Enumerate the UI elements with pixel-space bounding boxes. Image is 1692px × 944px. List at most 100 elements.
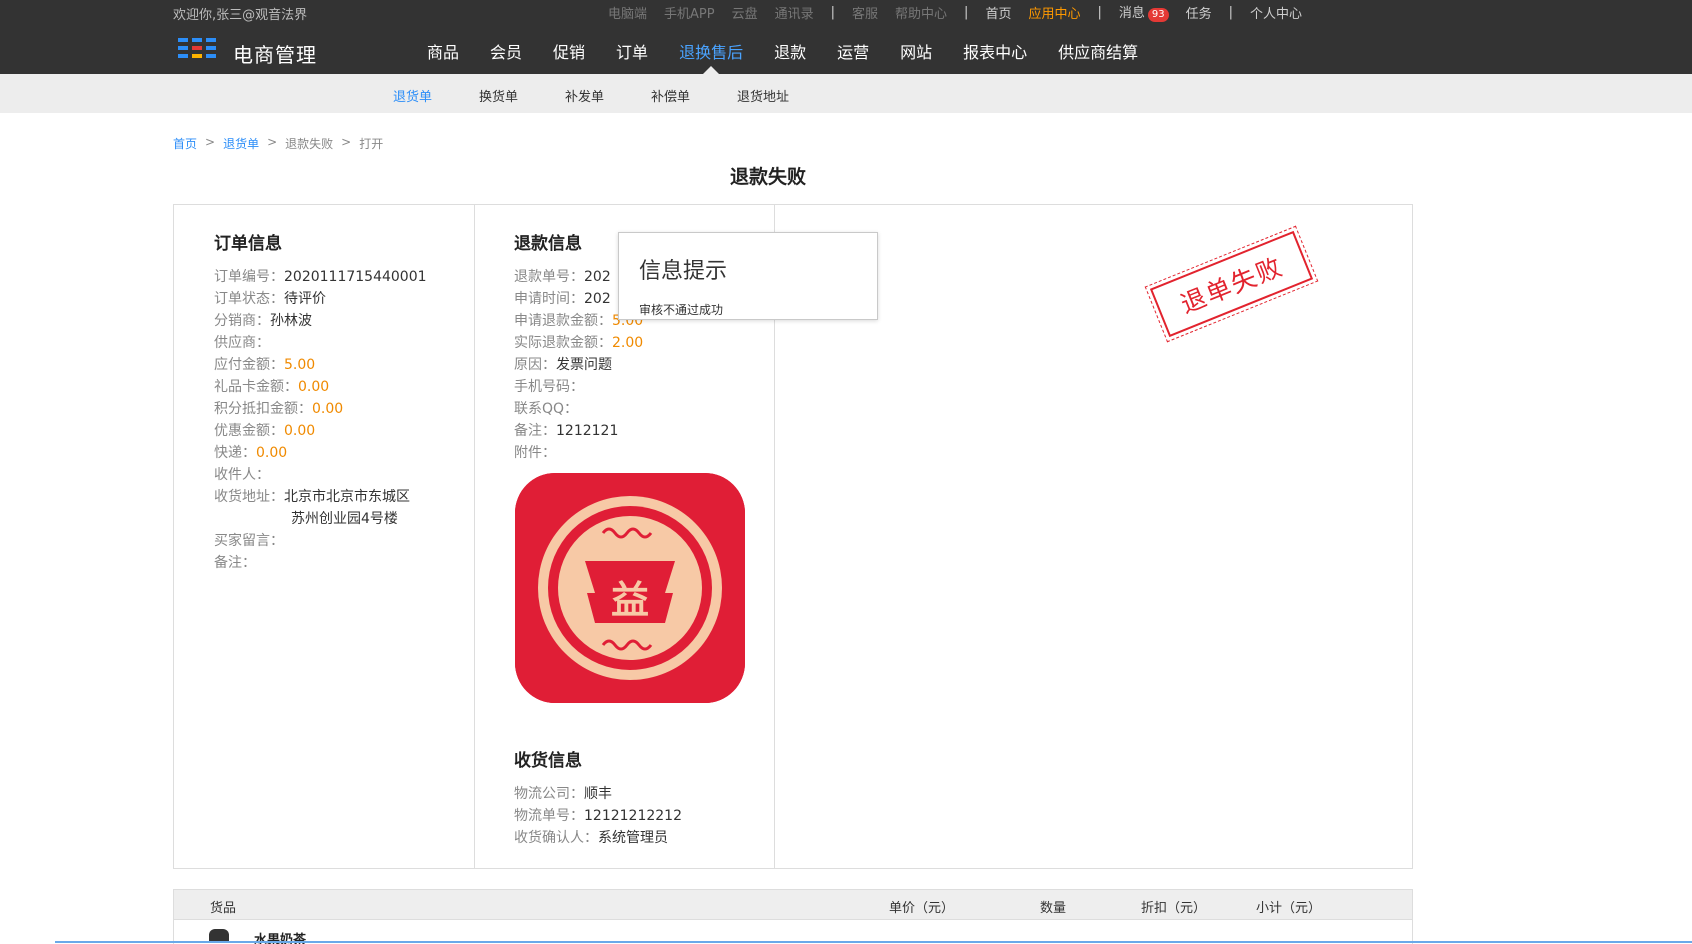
supplier-label: 供应商： <box>214 335 270 351</box>
nav-refund[interactable]: 退款 <box>774 40 806 74</box>
link-messages[interactable]: 消息 93 <box>1119 2 1169 22</box>
address-line1: 北京市北京市东城区 <box>284 489 410 505</box>
order-no-row: 订单编号：2020111715440001 <box>214 266 427 286</box>
link-help[interactable]: 帮助中心 <box>895 3 947 22</box>
nav-website[interactable]: 网站 <box>900 40 932 74</box>
link-profile[interactable]: 个人中心 <box>1250 3 1302 22</box>
actual-amount-row: 实际退款金额：2.00 <box>514 332 643 352</box>
apply-time-value: 202 <box>584 291 611 307</box>
apply-amount-label: 申请退款金额： <box>514 313 612 329</box>
actual-amount-label: 实际退款金额： <box>514 335 612 351</box>
top-header: 欢迎你,张三@观音法界 电脑端 手机APP 云盘 通讯录 | 客服 帮助中心 |… <box>0 0 1692 74</box>
nav-reports[interactable]: 报表中心 <box>963 40 1027 74</box>
tracking-value: 12121212212 <box>584 808 682 824</box>
refund-no-value: 202 <box>584 269 611 285</box>
column-divider <box>474 205 475 868</box>
link-mobile-app[interactable]: 手机APP <box>664 3 715 22</box>
order-info-title: 订单信息 <box>214 234 282 254</box>
sub-nav: 退货单 换货单 补发单 补偿单 退货地址 <box>0 74 1692 113</box>
attachment-image[interactable]: 益 <box>515 473 745 703</box>
nav-members[interactable]: 会员 <box>490 40 522 74</box>
col-quantity: 数量 <box>1040 901 1067 916</box>
qq-row: 联系QQ： <box>514 398 578 418</box>
nav-operations[interactable]: 运营 <box>837 40 869 74</box>
separator: | <box>830 4 836 20</box>
nav-returns-aftersale[interactable]: 退换售后 <box>679 40 743 74</box>
distributor-row: 分销商：孙林波 <box>214 310 312 330</box>
discount-row: 优惠金额：0.00 <box>214 420 315 440</box>
nav-orders[interactable]: 订单 <box>616 40 648 74</box>
bottom-divider <box>55 941 1692 943</box>
col-unit-price: 单价（元） <box>889 901 955 916</box>
phone-row: 手机号码： <box>514 376 584 396</box>
express-value: 0.00 <box>256 445 288 461</box>
discount-label: 优惠金额： <box>214 423 284 439</box>
messages-count-badge: 93 <box>1147 8 1169 22</box>
confirmer-label: 收货确认人： <box>514 830 598 846</box>
subnav-compensation-order[interactable]: 补偿单 <box>651 86 690 105</box>
breadcrumb-refund-failed: 退款失败 <box>285 137 334 151</box>
order-no-label: 订单编号： <box>214 269 284 285</box>
subnav-return-order[interactable]: 退货单 <box>393 86 432 105</box>
shipping-info-title: 收货信息 <box>514 751 582 771</box>
buyer-msg-label: 买家留言： <box>214 533 284 549</box>
breadcrumb-home[interactable]: 首页 <box>173 135 197 152</box>
receiver-label: 收件人： <box>214 467 270 483</box>
nav-goods[interactable]: 商品 <box>427 40 459 74</box>
subnav-reissue-order[interactable]: 补发单 <box>565 86 604 105</box>
reason-row: 原因：发票问题 <box>514 354 612 374</box>
nav-promotion[interactable]: 促销 <box>553 40 585 74</box>
link-pc[interactable]: 电脑端 <box>608 3 647 22</box>
order-status-value: 待评价 <box>284 291 326 307</box>
confirmer-value: 系统管理员 <box>598 830 668 846</box>
refund-no-row: 退款单号：202 <box>514 266 611 286</box>
subnav-return-address[interactable]: 退货地址 <box>737 86 789 105</box>
separator: | <box>1228 4 1234 20</box>
address-line2: 苏州创业园4号楼 <box>291 511 398 527</box>
apply-time-label: 申请时间： <box>514 291 584 307</box>
link-service[interactable]: 客服 <box>852 3 878 22</box>
giftcard-label: 礼品卡金额： <box>214 379 298 395</box>
dialog-message: 审核不通过成功 <box>639 303 724 317</box>
order-status-label: 订单状态： <box>214 291 284 307</box>
confirmer-row: 收货确认人：系统管理员 <box>514 827 668 847</box>
main-nav: 商品 会员 促销 订单 退换售后 退款 运营 网站 报表中心 供应商结算 <box>427 40 1169 74</box>
col-subtotal: 小计（元） <box>1256 901 1322 916</box>
link-app-center[interactable]: 应用中心 <box>1028 3 1080 22</box>
separator: | <box>964 4 969 20</box>
link-contacts[interactable]: 通讯录 <box>775 3 814 22</box>
link-home[interactable]: 首页 <box>985 3 1011 22</box>
attachment-glyph: 益 <box>611 578 649 622</box>
top-links: 电脑端 手机APP 云盘 通讯录 | 客服 帮助中心 | 首页 应用中心 | 消… <box>608 2 1319 22</box>
supplier-row: 供应商： <box>214 332 270 352</box>
refund-remark-value: 1212121 <box>556 423 619 439</box>
actual-amount-value: 2.00 <box>612 335 644 351</box>
address-line2-row: 苏州创业园4号楼 <box>291 508 398 528</box>
payable-row: 应付金额：5.00 <box>214 354 315 374</box>
tracking-label: 物流单号： <box>514 808 584 824</box>
col-discount: 折扣（元） <box>1141 901 1207 916</box>
breadcrumb-return-order[interactable]: 退货单 <box>223 135 259 152</box>
info-dialog[interactable]: 信息提示 审核不通过成功 <box>618 232 878 320</box>
receiver-row: 收件人： <box>214 464 270 484</box>
giftcard-row: 礼品卡金额：0.00 <box>214 376 329 396</box>
breadcrumb-separator: > <box>341 135 352 149</box>
attachment-label: 附件： <box>514 445 556 461</box>
order-remark-row: 备注： <box>214 552 256 572</box>
goods-table: 货品 单价（元） 数量 折扣（元） 小计（元） 水果奶茶 <box>173 889 1413 944</box>
points-value: 0.00 <box>312 401 344 417</box>
dialog-title: 信息提示 <box>639 259 728 284</box>
link-cloud[interactable]: 云盘 <box>732 3 758 22</box>
express-row: 快递：0.00 <box>214 442 287 462</box>
distributor-label: 分销商： <box>214 313 270 329</box>
breadcrumb: 首页 > 退货单 > 退款失败 > 打开 <box>173 135 383 152</box>
logistics-company-value: 顺丰 <box>584 786 612 802</box>
phone-label: 手机号码： <box>514 379 584 395</box>
distributor-value: 孙林波 <box>270 313 312 329</box>
breadcrumb-open: 打开 <box>359 137 384 151</box>
logistics-company-label: 物流公司： <box>514 786 584 802</box>
subnav-exchange-order[interactable]: 换货单 <box>479 86 518 105</box>
nav-supplier-settlement[interactable]: 供应商结算 <box>1058 40 1138 74</box>
grid-logo-icon <box>178 38 218 60</box>
link-tasks[interactable]: 任务 <box>1186 3 1212 22</box>
